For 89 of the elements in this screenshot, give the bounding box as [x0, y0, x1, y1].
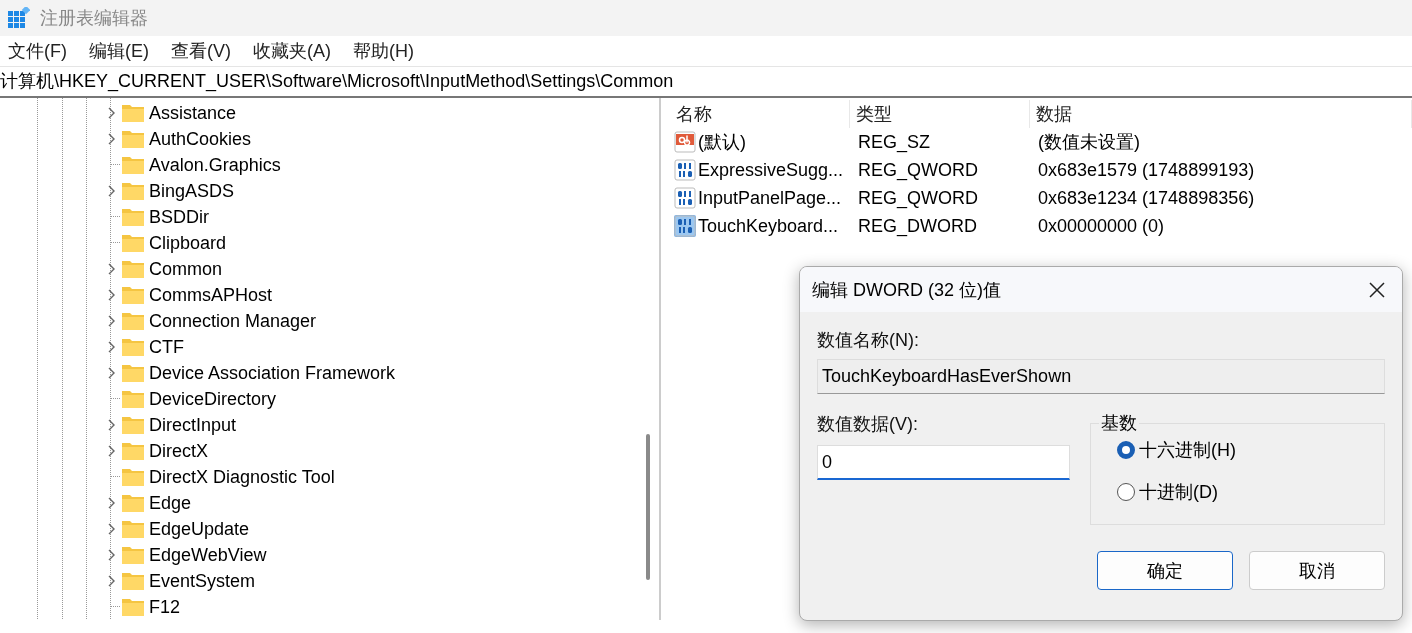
chevron-icon[interactable] [107, 574, 117, 588]
tree-item[interactable]: BSDDir [0, 204, 636, 230]
chevron-icon[interactable] [107, 444, 117, 458]
folder-icon [121, 233, 145, 253]
chevron-icon[interactable] [107, 496, 117, 510]
chevron-icon[interactable] [107, 106, 117, 120]
tree-item[interactable]: Avalon.Graphics [0, 152, 636, 178]
tree-item[interactable]: AuthCookies [0, 126, 636, 152]
chevron-icon[interactable] [107, 184, 117, 198]
value-data: (数值未设置) [1037, 131, 1141, 154]
folder-icon [121, 389, 145, 409]
menu-item[interactable]: 收藏夹(A) [247, 39, 341, 63]
radio-option[interactable]: 十进制(D) [1117, 480, 1384, 504]
folder-icon [121, 103, 145, 123]
value-data: 0x00000000 (0) [1037, 214, 1166, 238]
window-title: 注册表编辑器 [40, 7, 148, 30]
field-label: 数值数据(V): [817, 413, 919, 436]
address-bar[interactable]: 计算机\HKEY_CURRENT_USER\Software\Microsoft\InputMethod\Settings\Common [0, 67, 1412, 96]
folder-icon [121, 285, 145, 305]
tree-item[interactable]: Clipboard [0, 230, 636, 256]
close-icon [1368, 280, 1386, 299]
folder-icon [121, 259, 145, 279]
value-name[interactable]: InputPanelPage... [670, 184, 850, 212]
value-data: 0x683e1579 (1748899193) [1037, 158, 1256, 182]
tree-item[interactable]: DirectInput [0, 412, 636, 438]
group-label: 基数 [1099, 411, 1139, 435]
tree-item[interactable]: Common [0, 256, 636, 282]
tree-item[interactable]: CTF [0, 334, 636, 360]
value-data-field[interactable]: 0 [817, 445, 1070, 480]
cancel-button[interactable]: 取消 [1249, 551, 1385, 590]
ok-button[interactable]: 确定 [1097, 551, 1233, 590]
value-name[interactable]: ExpressiveSugg... [670, 156, 850, 184]
tree-item[interactable]: EdgeWebView [0, 542, 636, 568]
radio-option[interactable]: 十六进制(H) [1117, 438, 1384, 462]
folder-icon [121, 519, 145, 539]
dialog-title: 编辑 DWORD (32 位)值 [812, 278, 1001, 302]
scrollbar-thumb[interactable] [645, 434, 650, 580]
chevron-icon[interactable] [107, 548, 117, 562]
menu-item[interactable]: 编辑(E) [83, 39, 159, 63]
tree-item[interactable]: Device Association Framework [0, 360, 636, 386]
folder-icon [121, 129, 145, 149]
tree-item[interactable]: EventSystem [0, 568, 636, 594]
menu-item[interactable]: 文件(F) [2, 39, 77, 63]
folder-icon [121, 571, 145, 591]
tree-item[interactable]: F12 [0, 594, 636, 620]
tree-item[interactable]: Connection Manager [0, 308, 636, 334]
tree-item[interactable]: DeviceDirectory [0, 386, 636, 412]
column-header[interactable]: 名称 [670, 100, 850, 128]
menu-item[interactable]: 查看(V) [165, 39, 241, 63]
menu-item[interactable]: 帮助(H) [347, 39, 424, 63]
tree-item[interactable]: BingASDS [0, 178, 636, 204]
tree-item[interactable]: Assistance [0, 100, 636, 126]
value-type: REG_QWORD [857, 158, 979, 183]
folder-icon [121, 545, 145, 565]
value-type: REG_SZ [857, 130, 932, 155]
chevron-icon[interactable] [107, 314, 117, 328]
folder-icon [121, 597, 145, 617]
value-type: REG_DWORD [857, 214, 978, 239]
column-header[interactable]: 类型 [850, 100, 1030, 128]
chevron-icon[interactable] [107, 132, 117, 146]
folder-icon [121, 467, 145, 487]
folder-icon [121, 181, 145, 201]
folder-icon [121, 441, 145, 461]
folder-icon [121, 155, 145, 175]
folder-icon [121, 415, 145, 435]
chevron-icon[interactable] [107, 366, 117, 380]
app-icon [8, 7, 30, 29]
chevron-icon[interactable] [107, 522, 117, 536]
folder-icon [121, 363, 145, 383]
value-name[interactable]: TouchKeyboard... [670, 212, 850, 240]
chevron-icon[interactable] [107, 288, 117, 302]
value-data: 0x683e1234 (1748898356) [1037, 186, 1256, 210]
tree-item[interactable]: EdgeUpdate [0, 516, 636, 542]
folder-icon [121, 337, 145, 357]
tree-item[interactable]: Edge [0, 490, 636, 516]
tree-item[interactable]: DirectX Diagnostic Tool [0, 464, 636, 490]
field-label: 数值名称(N): [817, 329, 920, 352]
folder-icon [121, 311, 145, 331]
folder-icon [121, 493, 145, 513]
value-type: REG_QWORD [857, 186, 979, 211]
value-name-field[interactable]: TouchKeyboardHasEverShown [817, 359, 1385, 394]
chevron-icon[interactable] [107, 418, 117, 432]
tree-item[interactable]: CommsAPHost [0, 282, 636, 308]
column-header[interactable]: 数据 [1030, 100, 1412, 128]
chevron-icon[interactable] [107, 262, 117, 276]
tree-item[interactable]: DirectX [0, 438, 636, 464]
folder-icon [121, 207, 145, 227]
value-name[interactable]: (默认) [670, 128, 850, 156]
chevron-icon[interactable] [107, 340, 117, 354]
